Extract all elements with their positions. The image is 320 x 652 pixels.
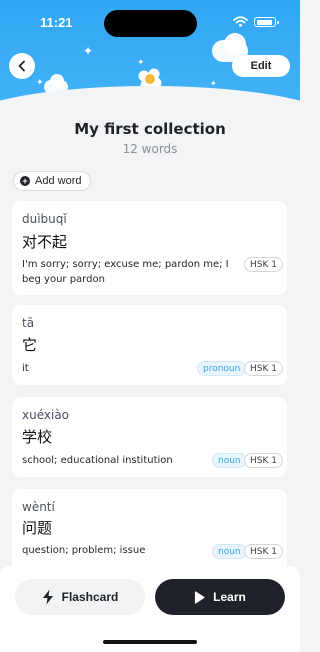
hsk-level-badge: HSK 1 <box>244 361 283 376</box>
wifi-icon <box>233 16 248 27</box>
word-pinyin: wèntí <box>22 500 55 514</box>
learn-label: Learn <box>213 590 246 604</box>
word-card[interactable]: xuéxiào 学校 school; educational instituti… <box>12 397 287 477</box>
word-hanzi: 问题 <box>22 519 53 537</box>
learn-button[interactable]: Learn <box>155 579 285 615</box>
word-hanzi: 学校 <box>22 428 53 446</box>
word-hanzi: 对不起 <box>22 233 68 251</box>
home-indicator <box>103 640 197 644</box>
word-meaning: school; educational institution <box>22 455 173 466</box>
sparkle-icon: ✦ <box>83 44 94 58</box>
add-word-button[interactable]: + Add word <box>13 171 92 191</box>
back-button[interactable] <box>9 53 35 79</box>
battery-icon <box>254 17 279 27</box>
collection-header: My first collection 12 words <box>0 120 300 156</box>
word-card[interactable]: wèntí 问题 question; problem; issue noun H… <box>12 489 287 573</box>
part-of-speech-badge: noun <box>212 453 247 468</box>
play-icon <box>195 590 205 604</box>
page-title: My first collection <box>74 120 226 138</box>
word-card[interactable]: duìbuqǐ 对不起 I'm sorry; sorry; excuse me;… <box>12 201 287 295</box>
lightning-icon <box>42 589 53 605</box>
dynamic-island <box>104 10 197 37</box>
word-meaning: I'm sorry; sorry; excuse me; pardon me; … <box>22 259 229 285</box>
sparkle-icon: ✦ <box>36 78 44 88</box>
sparkle-icon: ✦ <box>210 79 217 88</box>
chevron-left-icon <box>18 60 25 72</box>
hsk-level-badge: HSK 1 <box>244 453 283 468</box>
word-count: 12 words <box>122 142 178 156</box>
part-of-speech-badge: pronoun <box>197 361 247 376</box>
add-word-label: Add word <box>35 175 82 187</box>
word-card[interactable]: tā 它 it pronoun HSK 1 <box>12 305 287 385</box>
bottom-action-bar: Flashcard Learn <box>0 566 300 652</box>
word-pinyin: duìbuqǐ <box>22 212 67 226</box>
word-hanzi: 它 <box>22 336 38 354</box>
hsk-level-badge: HSK 1 <box>244 257 283 272</box>
word-meaning: question; problem; issue <box>22 545 146 556</box>
edit-button[interactable]: Edit <box>232 55 290 77</box>
word-meaning: it <box>22 363 29 374</box>
status-bar: 11:21 <box>0 0 300 46</box>
part-of-speech-badge: noun <box>212 544 247 559</box>
flashcard-button[interactable]: Flashcard <box>15 579 145 615</box>
flashcard-label: Flashcard <box>61 590 119 604</box>
status-time: 11:21 <box>40 15 73 30</box>
hsk-level-badge: HSK 1 <box>244 544 283 559</box>
word-pinyin: tā <box>22 316 35 330</box>
cloud-decoration <box>50 74 64 88</box>
word-pinyin: xuéxiào <box>22 408 70 422</box>
plus-icon: + <box>20 176 30 186</box>
